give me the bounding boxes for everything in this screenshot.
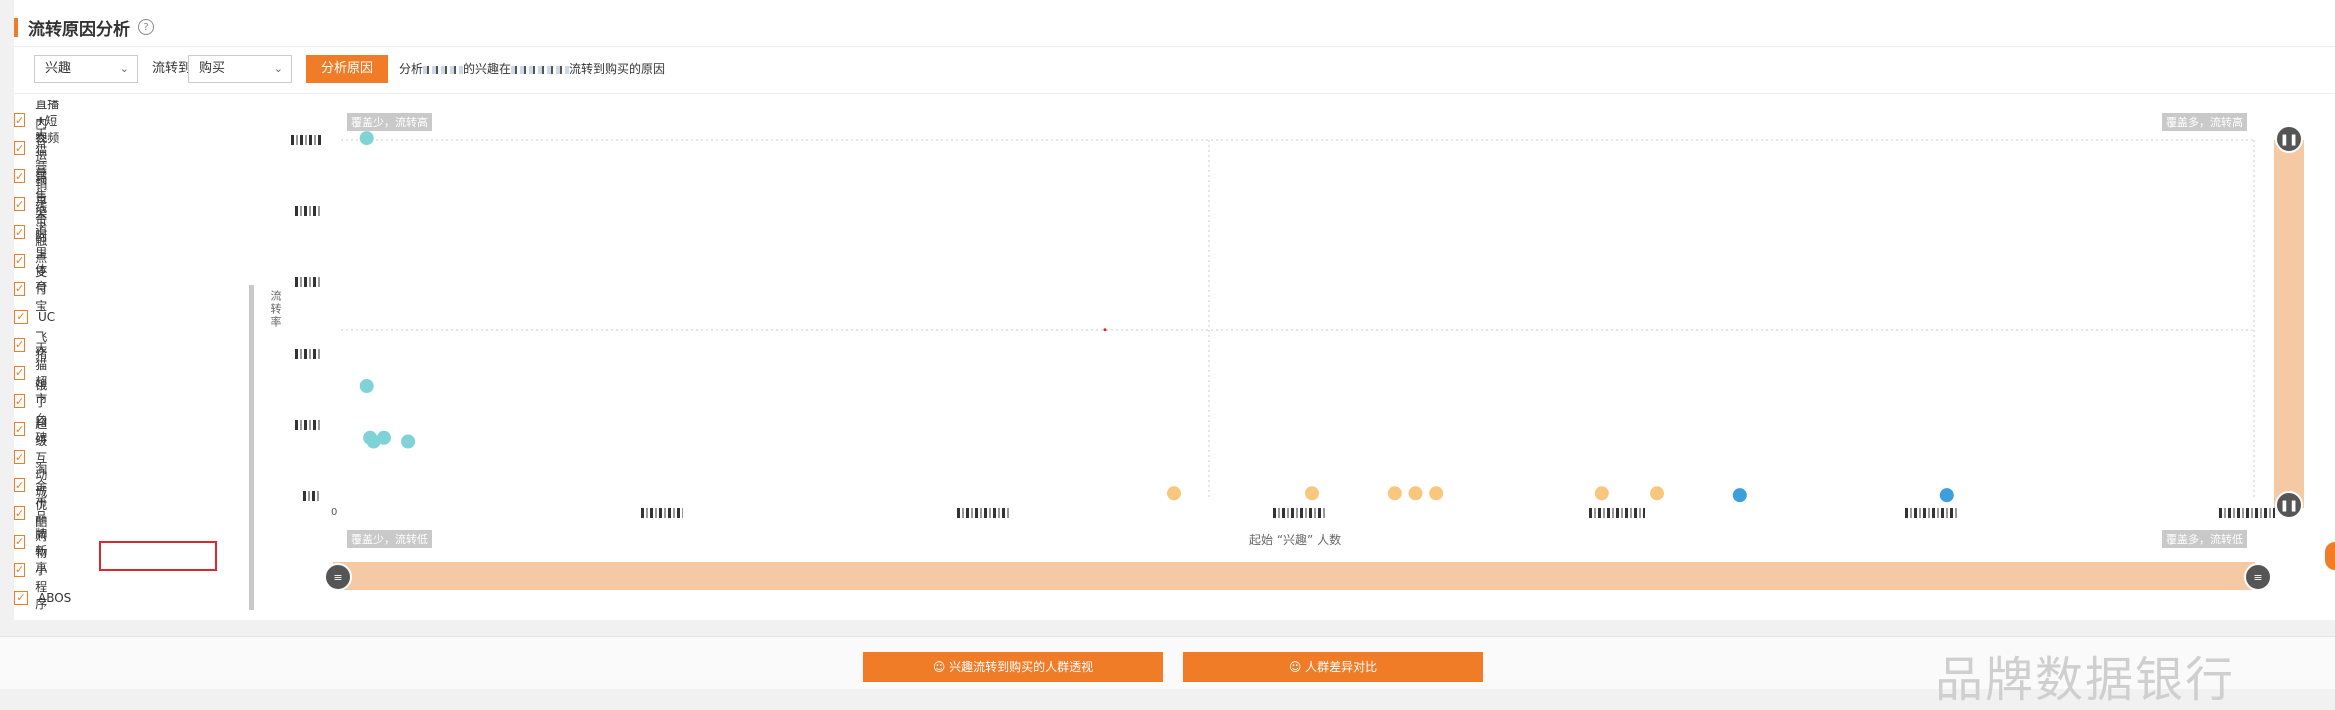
scatter-point[interactable]: [359, 131, 374, 146]
channel-checkbox-label: ABOS: [38, 590, 72, 605]
scatter-point[interactable]: [1939, 488, 1954, 503]
analysis-prefix: 分析: [399, 62, 424, 76]
checkbox-checked-icon[interactable]: ✓: [14, 253, 26, 268]
checkbox-checked-icon[interactable]: ✓: [14, 478, 26, 493]
interest-to-purchase-perspective-button[interactable]: ☺ 兴趣流转到购买的人群透视: [863, 652, 1163, 682]
checkbox-checked-icon[interactable]: ✓: [14, 225, 26, 240]
x-tick-label: [957, 508, 1009, 518]
x-range-slider[interactable]: [333, 562, 2255, 590]
channel-checkbox-item[interactable]: ✓ 购物小程序: [14, 529, 50, 610]
checkbox-checked-icon[interactable]: ✓: [14, 141, 26, 156]
scatter-point[interactable]: [1167, 486, 1181, 501]
side-feedback-tab[interactable]: [2325, 542, 2335, 570]
y-tick-label: [291, 135, 321, 145]
checkbox-checked-icon[interactable]: ✓: [14, 365, 26, 380]
perspective-button-label: 兴趣流转到购买的人群透视: [949, 660, 1094, 674]
checkbox-checked-icon[interactable]: ✓: [14, 422, 26, 437]
title-accent-mark: [14, 17, 18, 37]
from-stage-select[interactable]: 兴趣 ⌄: [34, 55, 138, 83]
quadrant-bottom-left-label: 覆盖少，流转低: [347, 530, 432, 548]
checkbox-checked-icon[interactable]: ✓: [14, 113, 26, 127]
x-tick-label: [1273, 508, 1325, 518]
checkbox-checked-icon[interactable]: ✓: [14, 281, 26, 296]
y-tick-label: [295, 420, 321, 430]
scatter-point[interactable]: [1305, 486, 1319, 501]
people-icon: ☺: [932, 660, 950, 674]
checkbox-checked-icon[interactable]: ✓: [14, 590, 28, 605]
y-tick-label: [295, 277, 321, 287]
x-tick-label: [1589, 508, 1645, 518]
compare-button-label: 人群差异对比: [1305, 660, 1378, 674]
scatter-point[interactable]: [1429, 486, 1444, 501]
analysis-description: 分析 的兴趣在 流转到购买的原因: [399, 55, 665, 83]
channel-checkbox-item[interactable]: ✓ 饿了么: [14, 378, 50, 426]
y-tick-label: [295, 349, 321, 359]
checkbox-checked-icon[interactable]: ✓: [14, 562, 26, 577]
checkbox-checked-icon[interactable]: ✓: [14, 197, 26, 212]
to-stage-value: 购买: [199, 61, 226, 76]
scatter-point[interactable]: [1408, 486, 1423, 501]
scatter-point[interactable]: [376, 430, 391, 445]
x-axis-title: 起始 “兴趣” 人数: [1249, 533, 1342, 547]
y-axis-title: 流转率: [269, 290, 282, 329]
watermark-text: 品牌数据银行: [1935, 652, 2236, 708]
channel-checkbox-item[interactable]: ✓ UC: [14, 307, 55, 327]
x-tick-label: [1905, 508, 1959, 518]
redacted-brand: [423, 65, 464, 74]
scatter-point[interactable]: [1594, 486, 1609, 501]
y-tick-label: [303, 491, 321, 501]
sidebar-scrollbar[interactable]: [249, 285, 254, 610]
analysis-mid: 的兴趣在: [463, 62, 512, 76]
x-tick-label: [2219, 508, 2275, 518]
flow-to-label: 流转到: [152, 61, 192, 76]
scatter-point[interactable]: [1650, 486, 1664, 501]
quadrant-top-left-label: 覆盖少，流转高: [347, 113, 432, 131]
scatter-point[interactable]: [1387, 486, 1402, 501]
to-stage-select[interactable]: 购买 ⌄: [188, 55, 292, 83]
scatter-points: [359, 131, 1954, 503]
checkbox-checked-icon[interactable]: ✓: [14, 450, 26, 465]
x-slider-right-handle[interactable]: ≡: [2244, 563, 2272, 591]
checkbox-checked-icon[interactable]: ✓: [14, 394, 26, 408]
scatter-point[interactable]: [401, 434, 416, 449]
y-range-slider[interactable]: [2274, 140, 2304, 508]
channel-checkbox-item[interactable]: ✓ 淘金币: [14, 462, 50, 510]
checkbox-checked-icon[interactable]: ✓: [14, 337, 26, 352]
checkbox-checked-icon[interactable]: ✓: [14, 534, 26, 549]
question-circle-icon[interactable]: ?: [138, 19, 154, 35]
people-icon: ☺: [1288, 660, 1306, 674]
chevron-down-icon: ⌄: [119, 62, 129, 75]
scatter-point[interactable]: [1732, 488, 1747, 503]
y-slider-bottom-handle[interactable]: ❚❚: [2275, 491, 2303, 519]
quadrant-top-right-label: 覆盖多，流转高: [2162, 113, 2247, 131]
highlight-box: [99, 541, 217, 571]
x-tick-label: [641, 508, 683, 518]
checkbox-checked-icon[interactable]: ✓: [14, 309, 28, 324]
from-stage-value: 兴趣: [45, 61, 72, 76]
y-slider-top-handle[interactable]: ❚❚: [2275, 125, 2303, 153]
quadrant-bottom-right-label: 覆盖多，流转低: [2162, 530, 2247, 548]
analysis-panel: 流转原因分析 ? 兴趣 ⌄ 流转到 购买 ⌄ 分析原因 分析 的兴趣在 流转到购买的…: [14, 0, 2335, 620]
checkbox-checked-icon[interactable]: ✓: [14, 169, 26, 184]
channel-checkbox-label: UC: [38, 309, 56, 324]
filter-toolbar: 兴趣 ⌄ 流转到 购买 ⌄ 分析原因 分析 的兴趣在 流转到购买的原因: [14, 46, 2335, 94]
crowd-compare-button[interactable]: ☺ 人群差异对比: [1183, 652, 1483, 682]
analyze-reason-button[interactable]: 分析原因: [306, 55, 388, 83]
channel-filter-list: ✓ 直播+短视频 ✓ 内容运营 ✓ 天猫营销平台 ✓ 销售渠道 ✓ 线下触点 ✓ 阿里体育 ✓ 支付宝 ✓ U…: [14, 100, 259, 610]
channel-checkbox-item[interactable]: ✓ ABOS: [14, 588, 71, 608]
analysis-suffix: 流转到购买的原因: [569, 62, 666, 76]
scatter-chart: 流转率 起始 “兴趣” 人数 覆盖少，流转高 覆盖多，流转高 覆盖少，流转低 覆…: [269, 95, 2335, 615]
redacted-date-range: [511, 65, 570, 74]
channel-checkbox-item[interactable]: ✓ 支付宝: [14, 265, 50, 313]
red-marker-dot: [1103, 328, 1107, 332]
y-tick-label: [295, 206, 321, 216]
x-slider-left-handle[interactable]: ≡: [324, 563, 352, 591]
chevron-down-icon: ⌄: [273, 62, 283, 75]
checkbox-checked-icon[interactable]: ✓: [14, 506, 26, 521]
x-origin-label: 0: [331, 507, 338, 518]
page-title: 流转原因分析: [28, 19, 130, 40]
section-header: 流转原因分析 ?: [14, 12, 154, 42]
scatter-point[interactable]: [359, 379, 374, 393]
